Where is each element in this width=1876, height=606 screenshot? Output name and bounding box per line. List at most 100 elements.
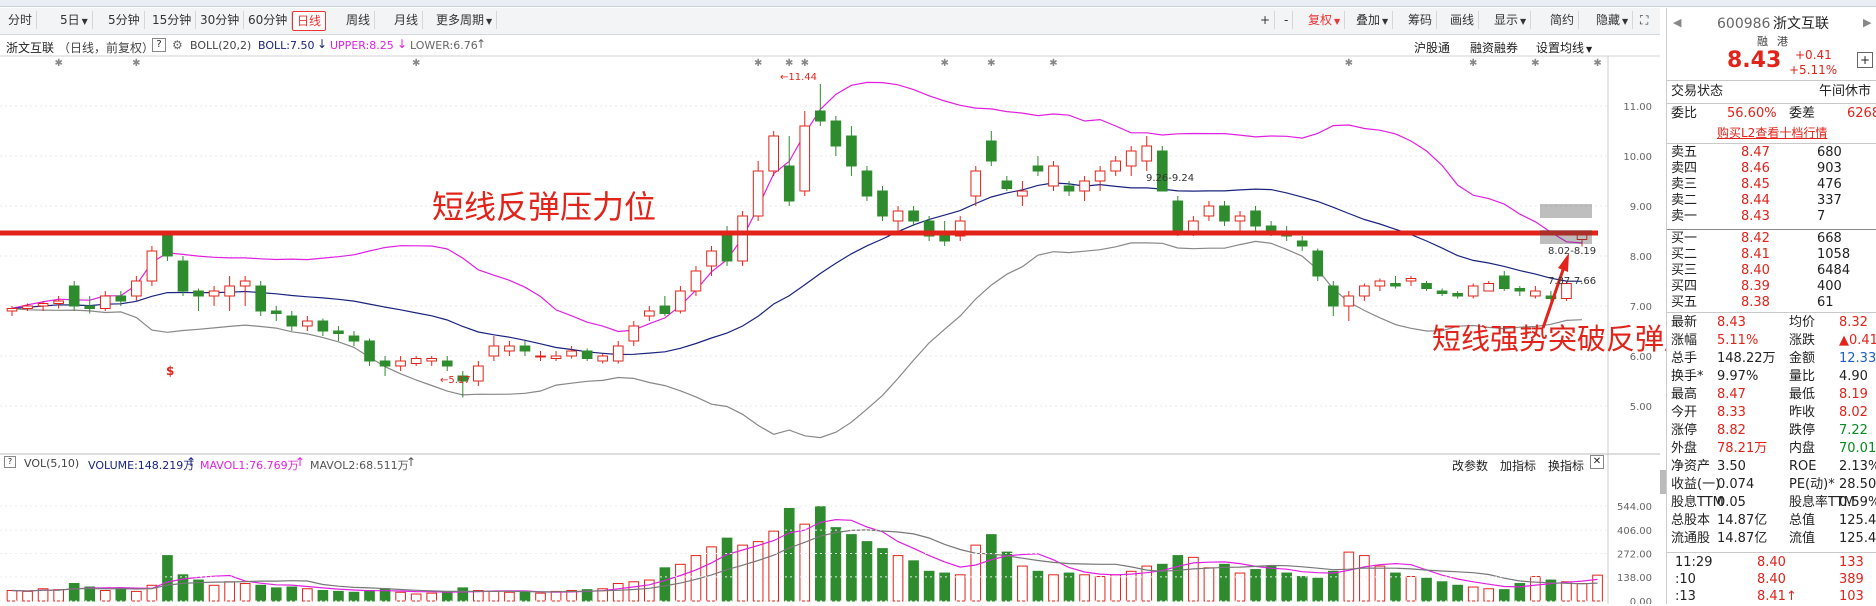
candle-body (846, 135, 857, 167)
stat-value: 0.05 (1717, 495, 1746, 510)
bid-row[interactable]: 买一 8.42 668 (1667, 231, 1876, 247)
stat-label: 均价 (1789, 315, 1816, 330)
candle-body (6, 308, 18, 312)
bid-row[interactable]: 买二 8.41 1058 (1667, 247, 1876, 263)
link-set-ma[interactable]: 设置均线 ▼ (1536, 39, 1592, 56)
chips-button[interactable]: 筹码 (1404, 11, 1438, 29)
tick-time: 11:29 (1675, 555, 1713, 570)
close-icon[interactable]: ✕ (1590, 455, 1604, 469)
ask-row[interactable]: 卖三 8.45 476 (1667, 177, 1876, 193)
stat-label: 最新 (1671, 315, 1698, 330)
candle-body (597, 355, 609, 362)
zoom-in-button[interactable]: + (1256, 11, 1276, 29)
volume-bar (22, 590, 33, 602)
vol-help-icon[interactable]: ? (4, 456, 16, 468)
link-switch-indicator[interactable]: 换指标 (1548, 457, 1584, 474)
candle-body (1498, 275, 1510, 289)
prev-stock-icon[interactable]: ◀ (1673, 14, 1681, 32)
period-tab-5day[interactable]: 5日 ▼ (56, 11, 93, 29)
help-icon[interactable]: ? (152, 38, 166, 52)
hide-button[interactable]: 隐藏 ▼ (1592, 11, 1634, 29)
stat-value: 8.19 (1839, 387, 1868, 402)
price-change: +0.41 (1795, 48, 1832, 62)
chart-mode: （日线，前复权） (58, 41, 155, 55)
stat-value: 12.33亿 (1839, 351, 1876, 366)
volume-bar (1172, 555, 1184, 602)
stat-label: 涨幅 (1671, 333, 1698, 348)
draw-line-button[interactable]: 画线 (1446, 11, 1480, 29)
link-add-indicator[interactable]: 加指标 (1500, 457, 1536, 474)
arrow-up-icon: ↑ (476, 37, 487, 51)
volume-bar (224, 581, 235, 602)
candle-body (68, 285, 80, 307)
ask-label: 卖二 (1671, 193, 1698, 208)
volume-bar (830, 527, 842, 602)
adjust-button-label: 复权 (1308, 13, 1333, 27)
gear-icon[interactable]: ⚙ (172, 38, 183, 52)
candle-body (535, 355, 546, 358)
stat-row: 涨幅 5.11% 涨跌 ▲0.41 (1667, 332, 1876, 350)
bid-volume: 61 (1817, 295, 1834, 310)
ask-volume: 476 (1817, 177, 1842, 192)
event-marker-icon: ✱ (54, 58, 62, 69)
display-button[interactable]: 显示 ▼ (1490, 11, 1532, 29)
adjust-button[interactable]: 复权 ▼ (1304, 11, 1346, 29)
volume-bar (1265, 565, 1277, 602)
period-tab-15min[interactable]: 15分钟 (148, 11, 197, 29)
candle-body (1467, 285, 1479, 297)
bid-volume: 6484 (1817, 263, 1851, 278)
zoom-out-button[interactable]: - (1280, 11, 1294, 29)
candle-body (799, 125, 811, 192)
stat-value: 78.21万 (1717, 441, 1768, 456)
candle-body (1374, 280, 1386, 287)
period-tab-60min[interactable]: 60分钟 (244, 11, 293, 29)
overlay-button[interactable]: 叠加 ▼ (1352, 11, 1394, 29)
period-tab-weekly[interactable]: 周线 (342, 11, 376, 29)
kline-chart[interactable]: 11.0010.009.008.007.006.005.00 544.00406… (0, 36, 1660, 604)
ask-row[interactable]: 卖一 8.43 7 (1667, 209, 1876, 225)
candle-body (861, 170, 873, 197)
stat-row: 净资产 3.50 ROE 2.13% (1667, 458, 1876, 476)
vol-label[interactable]: VOL(5,10) (24, 457, 79, 470)
period-tab-5min[interactable]: 5分钟 (104, 11, 145, 29)
candle-body (1234, 215, 1246, 222)
stat-value: 2.13% (1839, 459, 1876, 474)
price-tick-label: 11.00 (1623, 102, 1652, 113)
bid-row[interactable]: 买三 8.40 6484 (1667, 263, 1876, 279)
boll-label[interactable]: BOLL(20,2) (190, 39, 251, 52)
stock-tags: 融 港 (1667, 33, 1876, 49)
candle-body (410, 358, 422, 364)
period-tab-fenshi[interactable]: 分时 (4, 11, 38, 29)
candle-body (985, 140, 997, 162)
link-margin-trading[interactable]: 融资融券 (1470, 39, 1518, 56)
l2-link[interactable]: 购买L2查看十档行情 (1717, 124, 1827, 142)
volume-bar (1219, 563, 1230, 602)
link-change-params[interactable]: 改参数 (1452, 457, 1488, 474)
simple-button[interactable]: 简约 (1546, 11, 1580, 29)
volume-bar (208, 584, 220, 602)
period-tab-monthly[interactable]: 月线 (390, 11, 424, 29)
candle-body (1110, 160, 1121, 172)
ask-row[interactable]: 卖二 8.44 337 (1667, 193, 1876, 209)
period-tab-more[interactable]: 更多周期 ▼ (432, 11, 498, 29)
candle-body (317, 320, 329, 332)
bid-row[interactable]: 买五 8.38 61 (1667, 295, 1876, 311)
candle-body (1172, 200, 1184, 232)
link-hugutong[interactable]: 沪股通 (1414, 39, 1450, 56)
stat-label: 流值 (1789, 531, 1816, 546)
volume-bar (395, 591, 406, 602)
event-marker-icon: ✱ (412, 58, 420, 69)
ask-row[interactable]: 卖四 8.46 903 (1667, 161, 1876, 177)
weibi-row: 委比 56.60% 委差 6268 (1667, 105, 1876, 123)
ask-volume: 680 (1817, 145, 1842, 160)
tick-time: :10 (1675, 572, 1696, 587)
expand-icon[interactable]: ⛶ (1636, 11, 1652, 29)
add-watchlist-button[interactable]: + (1857, 52, 1873, 68)
boll-mid-line (11, 182, 1583, 356)
period-tab-daily[interactable]: 日线 (292, 11, 327, 31)
ask-row[interactable]: 卖五 8.47 680 (1667, 145, 1876, 161)
range-label-2: 7.87-7.66 (1548, 276, 1597, 287)
bid-row[interactable]: 买四 8.39 400 (1667, 279, 1876, 295)
period-tab-30min[interactable]: 30分钟 (196, 11, 245, 29)
next-stock-icon[interactable]: ▶ (1863, 14, 1871, 32)
